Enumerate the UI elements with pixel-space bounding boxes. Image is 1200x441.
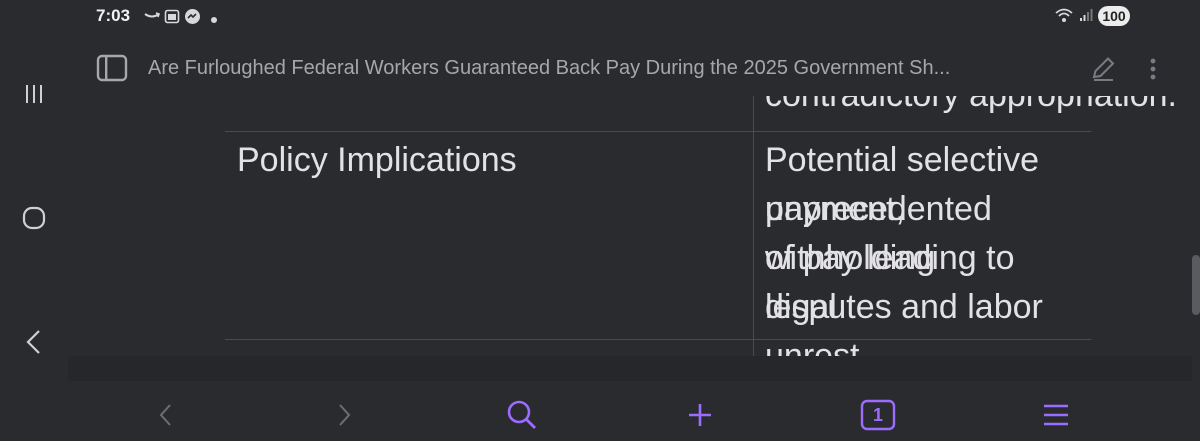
home-icon	[22, 206, 46, 230]
table-row-divider	[225, 131, 1091, 132]
bottom-toolbar	[68, 381, 1200, 441]
table-cell-partial: contradictory appropriation.	[765, 96, 1177, 120]
article-content: contradictory appropriation. Policy Impl…	[68, 96, 1200, 381]
back-icon	[26, 330, 40, 354]
recent-apps-icon	[26, 85, 42, 103]
recent-apps-button[interactable]	[12, 72, 56, 116]
chevron-left-icon	[159, 404, 171, 426]
scrollbar-thumb[interactable]	[1192, 255, 1200, 315]
bottom-overlay	[68, 356, 1192, 381]
new-tab-button[interactable]	[680, 395, 720, 435]
calendar-icon	[164, 8, 180, 28]
search-button[interactable]	[502, 395, 542, 435]
messenger-icon	[184, 8, 201, 29]
more-vertical-icon	[1150, 58, 1156, 80]
hamburger-menu-icon	[1044, 404, 1068, 426]
more-options-button[interactable]	[1140, 52, 1166, 86]
browser-forward-button[interactable]	[324, 395, 364, 435]
wifi-icon	[1054, 7, 1074, 27]
page-title: Are Furloughed Federal Workers Guarantee…	[148, 57, 951, 79]
amazon-icon	[143, 8, 161, 26]
table-row-divider	[225, 339, 1091, 340]
title-bar: Are Furloughed Federal Workers Guarantee…	[68, 44, 1200, 96]
dot-icon	[211, 12, 217, 27]
system-back-button[interactable]	[12, 320, 56, 364]
table-row-label: Policy Implications	[237, 141, 517, 179]
status-bar: 7:03 100	[0, 0, 1200, 34]
status-time: 7:03	[96, 6, 131, 25]
chevron-right-icon	[339, 404, 351, 426]
browser-back-button[interactable]	[146, 395, 186, 435]
tabs-button[interactable]: 1	[858, 395, 898, 435]
reader-mode-icon	[96, 54, 128, 82]
edit-button[interactable]	[1086, 52, 1120, 86]
home-button[interactable]	[12, 196, 56, 240]
tab-count: 1	[872, 405, 883, 425]
signal-icon	[1079, 8, 1093, 26]
plus-icon	[689, 404, 711, 426]
search-icon	[507, 400, 536, 429]
pencil-icon	[1092, 57, 1115, 81]
menu-button[interactable]	[1036, 395, 1076, 435]
battery-icon: 100	[1098, 6, 1130, 26]
reader-mode-button[interactable]	[96, 54, 128, 82]
